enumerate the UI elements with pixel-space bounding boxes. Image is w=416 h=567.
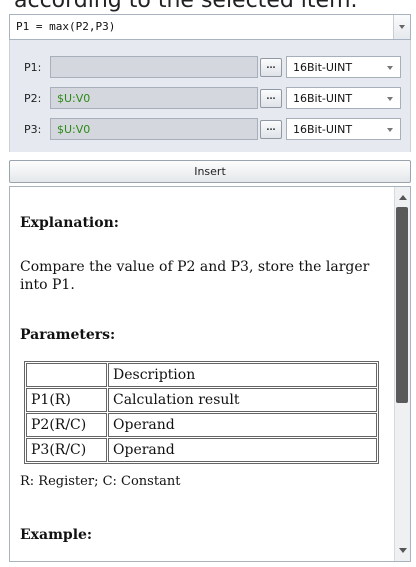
chevron-down-icon[interactable] <box>393 15 410 39</box>
browse-button[interactable]: ... <box>260 120 282 139</box>
cutoff-heading: according to the selected item. <box>0 0 416 14</box>
table-cell: Operand <box>108 413 377 437</box>
data-type-select[interactable]: 16Bit-UINT <box>286 118 401 140</box>
cutoff-text: according to the selected item. <box>14 0 358 13</box>
param-value-field[interactable]: $U:V0 <box>50 118 258 140</box>
example-heading: Example: <box>20 527 93 543</box>
table-cell: Calculation result <box>108 388 377 412</box>
param-value-text: $U:V0 <box>57 92 91 105</box>
table-row: Description <box>26 363 377 387</box>
help-document: Explanation: Compare the value of P2 and… <box>9 186 411 562</box>
table-cell: P2(R/C) <box>26 413 107 437</box>
scrollbar-thumb[interactable] <box>396 207 408 403</box>
table-cell: Operand <box>108 438 377 462</box>
explanation-heading: Explanation: <box>20 215 119 231</box>
chevron-down-icon <box>387 97 393 101</box>
scroll-up-icon[interactable] <box>399 195 407 200</box>
browse-button[interactable]: ... <box>260 89 282 108</box>
explanation-text: Compare the value of P2 and P3, store th… <box>20 259 370 293</box>
param-row-p2: P2: $U:V0 ... 16Bit-UINT <box>10 87 410 111</box>
formula-dropdown[interactable]: P1 = max(P2,P3) <box>9 14 411 40</box>
table-cell: P1(R) <box>26 388 107 412</box>
parameters-heading: Parameters: <box>20 327 116 343</box>
data-type-select[interactable]: 16Bit-UINT <box>286 87 401 109</box>
table-cell: P3(R/C) <box>26 438 107 462</box>
param-value-field[interactable] <box>50 56 258 78</box>
chevron-down-icon <box>387 128 393 132</box>
table-row: P1(R) Calculation result <box>26 388 377 412</box>
vertical-scrollbar[interactable] <box>394 187 410 561</box>
insert-button[interactable]: Insert <box>9 160 411 183</box>
formula-text: P1 = max(P2,P3) <box>16 20 116 33</box>
scroll-down-icon[interactable] <box>399 548 407 553</box>
data-type-select[interactable]: 16Bit-UINT <box>286 56 401 78</box>
table-row: P3(R/C) Operand <box>26 438 377 462</box>
data-type-text: 16Bit-UINT <box>293 61 353 74</box>
param-label: P1: <box>24 61 42 74</box>
param-value-text: $U:V0 <box>57 123 91 136</box>
param-row-p1: P1: ... 16Bit-UINT <box>10 56 410 80</box>
parameters-table: Description P1(R) Calculation result P2(R… <box>24 361 379 464</box>
table-cell <box>26 363 107 387</box>
param-row-p3: P3: $U:V0 ... 16Bit-UINT <box>10 118 410 142</box>
legend-text: R: Register; C: Constant <box>20 474 181 489</box>
table-cell: Description <box>108 363 377 387</box>
data-type-text: 16Bit-UINT <box>293 123 353 136</box>
parameter-panel: P1: ... 16Bit-UINT P2: $U:V0 ... 16Bit-U… <box>9 40 411 152</box>
browse-button[interactable]: ... <box>260 58 282 77</box>
param-label: P2: <box>24 92 42 105</box>
chevron-down-icon <box>387 66 393 70</box>
data-type-text: 16Bit-UINT <box>293 92 353 105</box>
table-row: P2(R/C) Operand <box>26 413 377 437</box>
param-value-field[interactable]: $U:V0 <box>50 87 258 109</box>
param-label: P3: <box>24 123 42 136</box>
